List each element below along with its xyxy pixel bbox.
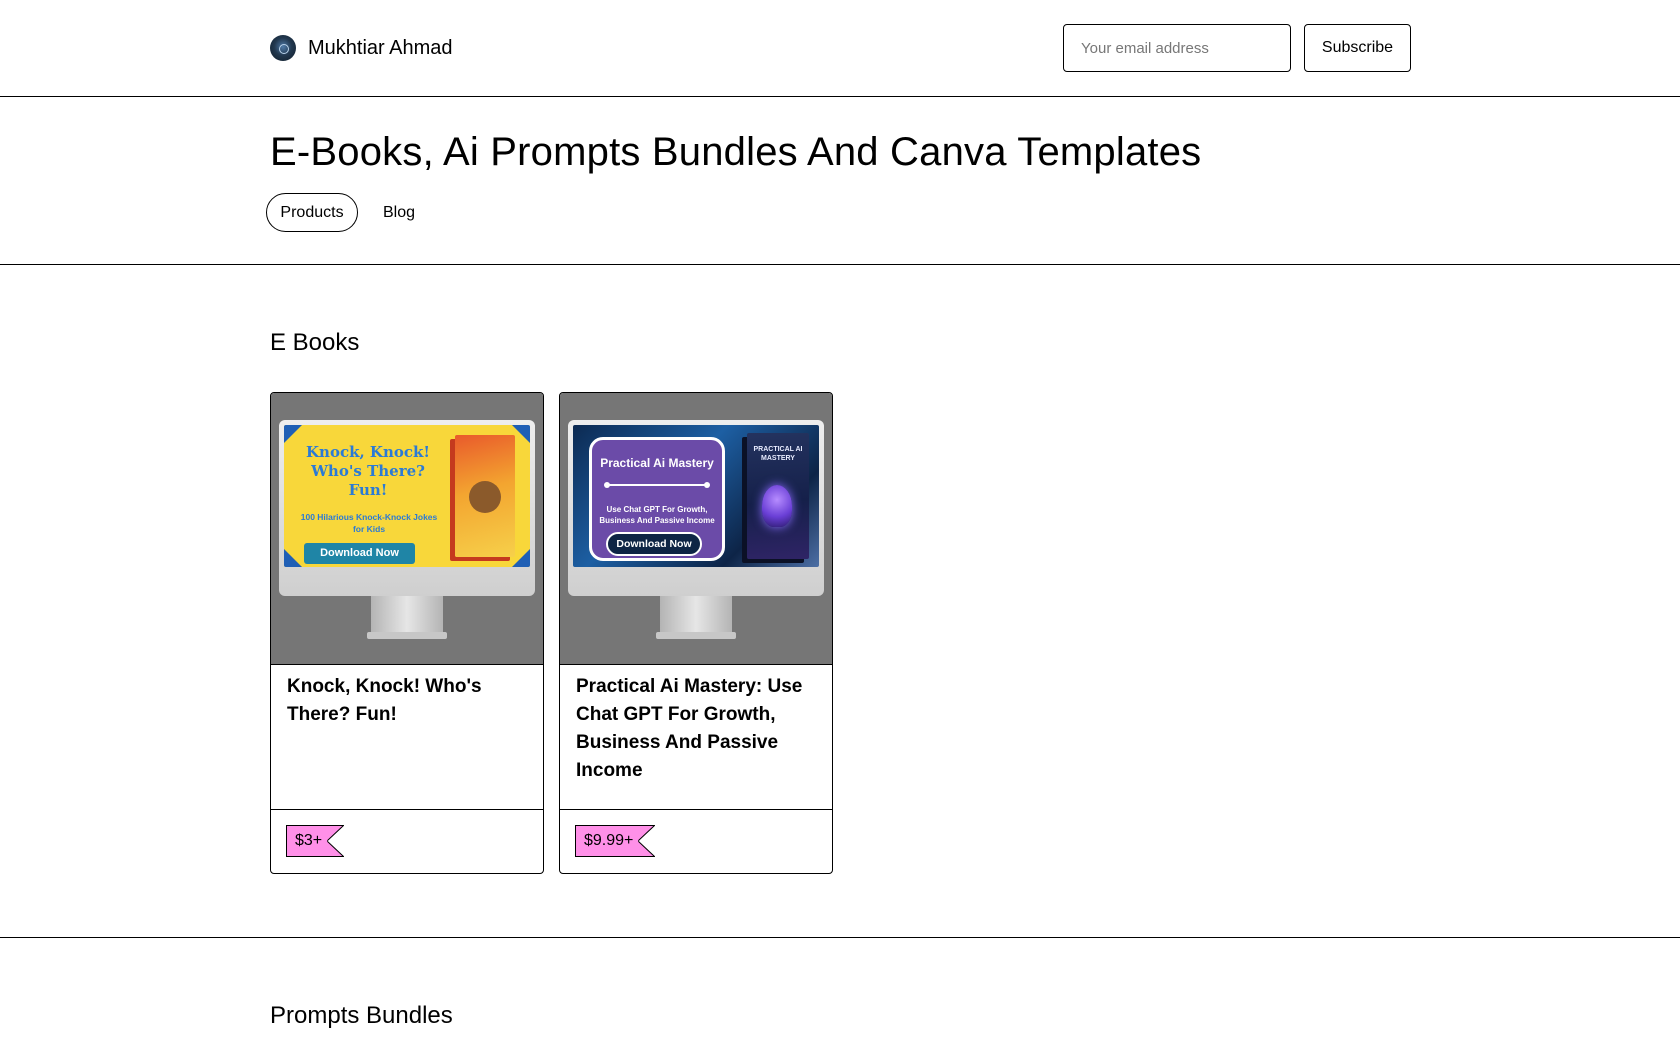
corner-decoration	[284, 549, 302, 567]
avatar	[270, 35, 296, 61]
thumbnail-headline: Knock, Knock! Who's There? Fun!	[306, 443, 430, 499]
monitor-mockup: Knock, Knock! Who's There? Fun! 100 Hila…	[279, 420, 535, 596]
brand-link[interactable]: Mukhtiar Ahmad	[270, 35, 453, 61]
subscribe-button[interactable]: Subscribe	[1304, 24, 1411, 72]
price-tag-tail-icon	[637, 825, 656, 857]
thumbnail-subline: Use Chat GPT For Growth, Business And Pa…	[599, 505, 715, 525]
panel-divider	[604, 482, 710, 488]
product-thumbnail: Practical Ai Mastery Use Chat GPT For Gr…	[560, 393, 832, 665]
product-title[interactable]: Knock, Knock! Who's There? Fun!	[287, 673, 527, 729]
email-input[interactable]	[1063, 24, 1291, 72]
book-cover-image: PRACTICAL AI MASTERY	[747, 433, 809, 559]
corner-decoration	[284, 425, 302, 443]
price-tag: $3+	[286, 825, 345, 857]
top-bar: Mukhtiar Ahmad Subscribe	[0, 0, 1680, 97]
product-thumbnail: Knock, Knock! Who's There? Fun! 100 Hila…	[271, 393, 543, 665]
section-title-prompts-bundles: Prompts Bundles	[270, 1002, 453, 1029]
section-divider	[0, 937, 1680, 938]
book-cover-image	[455, 435, 515, 557]
monitor-base	[656, 632, 736, 639]
thumbnail-screen: Practical Ai Mastery Use Chat GPT For Gr…	[573, 425, 819, 567]
monitor-stand	[660, 596, 732, 634]
thumbnail-panel: Practical Ai Mastery Use Chat GPT For Gr…	[589, 437, 725, 561]
book-cover-title: PRACTICAL AI MASTERY	[753, 446, 803, 462]
thumbnail-headline: Practical Ai Mastery	[600, 456, 714, 470]
page-title: E-Books, Ai Prompts Bundles And Canva Te…	[270, 130, 1202, 174]
section-title-e-books: E Books	[270, 329, 360, 356]
tab-blog[interactable]: Blog	[370, 193, 428, 232]
store-header: E-Books, Ai Prompts Bundles And Canva Te…	[0, 97, 1680, 265]
product-footer: $9.99+	[560, 809, 832, 873]
monkey-mascot-icon	[469, 481, 501, 513]
price-tag: $9.99+	[575, 825, 656, 857]
product-card[interactable]: Knock, Knock! Who's There? Fun! 100 Hila…	[270, 392, 544, 874]
price-value: $3+	[286, 825, 327, 857]
monitor-base	[367, 632, 447, 639]
price-value: $9.99+	[575, 825, 638, 857]
robot-icon	[762, 485, 792, 527]
product-title[interactable]: Practical Ai Mastery: Use Chat GPT For G…	[576, 673, 816, 785]
brand-name: Mukhtiar Ahmad	[308, 36, 453, 59]
product-footer: $3+	[271, 809, 543, 873]
monitor-stand	[371, 596, 443, 634]
thumbnail-subline: 100 Hilarious Knock-Knock Jokes for Kids	[300, 512, 438, 534]
thumbnail-download-badge: Download Now	[304, 543, 415, 564]
tab-products[interactable]: Products	[266, 193, 358, 232]
monitor-mockup: Practical Ai Mastery Use Chat GPT For Gr…	[568, 420, 824, 596]
product-card[interactable]: Practical Ai Mastery Use Chat GPT For Gr…	[559, 392, 833, 874]
price-tag-tail-icon	[326, 825, 345, 857]
thumbnail-screen: Knock, Knock! Who's There? Fun! 100 Hila…	[284, 425, 530, 567]
thumbnail-download-badge: Download Now	[606, 532, 702, 556]
